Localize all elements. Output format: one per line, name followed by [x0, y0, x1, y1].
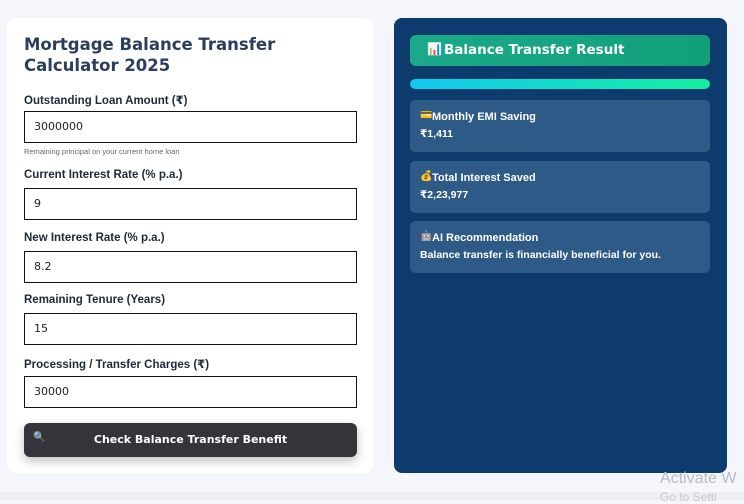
activation-watermark: Activate W [660, 470, 737, 487]
ai-recommendation-card: 🤖 AI Recommendation Balance transfer is … [410, 221, 710, 273]
interest-saved-card: 💰 Total Interest Saved ₹2,23,977 [410, 161, 710, 213]
bar-chart-icon: 📊 [427, 42, 442, 56]
loan-amount-hint: Remaining principal on your current home… [24, 147, 180, 156]
calculator-card: Mortgage Balance Transfer Calculator 202… [7, 18, 374, 473]
current-rate-label: Current Interest Rate (% p.a.) [24, 169, 183, 181]
tenure-input[interactable]: 15 [24, 313, 357, 345]
current-rate-input[interactable]: 9 [24, 188, 357, 220]
new-rate-label: New Interest Rate (% p.a.) [24, 232, 165, 244]
charges-input[interactable]: 30000 [24, 376, 357, 408]
emi-saving-title: Monthly EMI Saving [432, 111, 536, 123]
tenure-label: Remaining Tenure (Years) [24, 294, 166, 306]
page-title: Mortgage Balance Transfer Calculator 202… [24, 35, 276, 75]
result-title: Balance Transfer Result [444, 42, 625, 58]
interest-saved-title: Total Interest Saved [432, 172, 536, 184]
ai-recommendation-text: Balance transfer is financially benefici… [420, 249, 661, 261]
activation-watermark-sub: Go to Setti [660, 490, 717, 504]
result-header: 📊 Balance Transfer Result [410, 35, 710, 66]
new-rate-input[interactable]: 8.2 [24, 251, 357, 283]
emi-saving-card: 💳 Monthly EMI Saving ₹1,411 [410, 100, 710, 152]
charges-label: Processing / Transfer Charges (₹) [24, 359, 210, 371]
check-benefit-label: Check Balance Transfer Benefit [93, 433, 288, 446]
check-benefit-button[interactable]: 🔍 Check Balance Transfer Benefit [24, 423, 357, 457]
result-panel: 📊 Balance Transfer Result 💳 Monthly EMI … [394, 18, 727, 473]
money-bag-icon: 💰 [420, 171, 433, 182]
loan-amount-input[interactable]: 3000000 [24, 111, 357, 143]
robot-icon: 🤖 [420, 231, 433, 242]
credit-card-icon: 💳 [420, 110, 433, 121]
interest-saved-value: ₹2,23,977 [420, 189, 469, 201]
result-progress-fill [410, 79, 710, 89]
ai-recommendation-title: AI Recommendation [432, 232, 539, 244]
result-progress-bar [410, 79, 710, 89]
loan-amount-label: Outstanding Loan Amount (₹) [24, 95, 188, 107]
emi-saving-value: ₹1,411 [420, 128, 454, 140]
bottom-strip [0, 492, 744, 500]
